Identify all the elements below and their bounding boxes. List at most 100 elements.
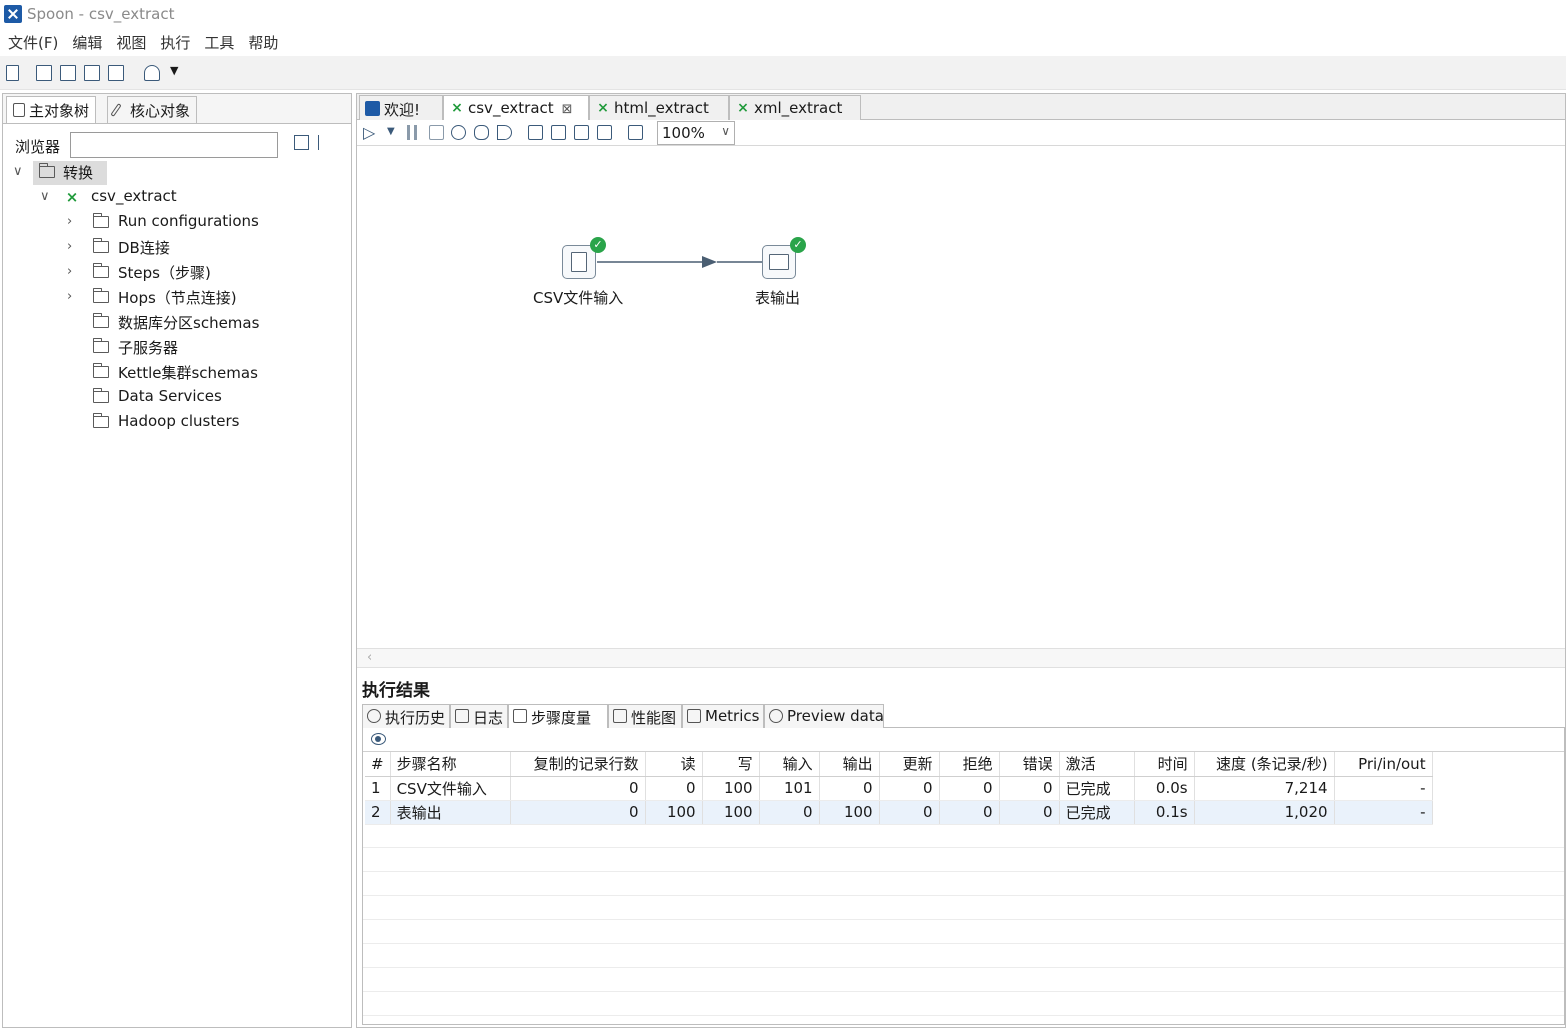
col-header-output[interactable]: 输出 bbox=[819, 752, 880, 777]
chevron-right-icon[interactable]: › bbox=[67, 239, 81, 254]
tab-preview-data[interactable]: Preview data bbox=[764, 704, 884, 728]
col-header-errors[interactable]: 错误 bbox=[999, 752, 1060, 777]
preview-icon[interactable] bbox=[451, 125, 466, 140]
col-header-written[interactable]: 写 bbox=[702, 752, 760, 777]
pause-icon[interactable] bbox=[407, 125, 417, 140]
canvas-horizontal-scrollbar[interactable]: ‹ bbox=[357, 648, 1565, 668]
folder-icon bbox=[92, 213, 109, 228]
menu-edit[interactable]: 编辑 bbox=[72, 32, 102, 53]
tree-item-label: Kettle集群schemas bbox=[118, 364, 258, 382]
menu-help[interactable]: 帮助 bbox=[248, 32, 278, 53]
menu-run[interactable]: 执行 bbox=[160, 32, 190, 53]
tab-main-object-tree[interactable]: 主对象树 bbox=[6, 96, 97, 123]
verify-icon[interactable] bbox=[528, 125, 543, 140]
chevron-down-icon[interactable]: ∨ bbox=[721, 124, 730, 138]
save-icon[interactable] bbox=[84, 65, 100, 81]
col-header-input[interactable]: 输入 bbox=[759, 752, 820, 777]
tree-item-label: 数据库分区schemas bbox=[118, 314, 260, 332]
tree-item-run-configurations[interactable]: › Run configurations bbox=[67, 212, 347, 236]
eye-icon bbox=[769, 709, 783, 723]
chevron-right-icon[interactable]: › bbox=[67, 264, 81, 279]
zoom-select[interactable]: 100% ∨ bbox=[657, 121, 735, 145]
col-header-active[interactable]: 激活 bbox=[1059, 752, 1135, 777]
table-row[interactable]: 1 CSV文件输入 0 0 100 101 0 0 0 0 已完成 0.0s 7… bbox=[365, 776, 1433, 801]
empty-grid-row bbox=[363, 896, 1564, 920]
tab-core-objects[interactable]: 核心对象 bbox=[107, 96, 198, 123]
tab-log[interactable]: 日志 bbox=[450, 704, 508, 728]
stop-icon[interactable] bbox=[429, 125, 444, 140]
tab-csv-extract[interactable]: ⨯ csv_extract ⊠ bbox=[443, 95, 589, 121]
impact-icon[interactable] bbox=[551, 125, 566, 140]
new-file-icon[interactable] bbox=[6, 65, 19, 81]
tree-item-label: Steps（步骤) bbox=[118, 264, 211, 282]
tab-welcome[interactable]: 欢迎! bbox=[359, 95, 443, 120]
close-tab-icon[interactable]: ⊠ bbox=[562, 102, 573, 117]
expand-tree-icon[interactable] bbox=[294, 135, 309, 150]
perspective-dropdown-icon[interactable]: ▼ bbox=[170, 64, 178, 77]
tree-item-slave-servers[interactable]: 子服务器 bbox=[67, 337, 347, 361]
tree-item-hadoop-clusters[interactable]: Hadoop clusters bbox=[67, 412, 347, 436]
run-dropdown-icon[interactable]: ▼ bbox=[387, 126, 395, 137]
table-row[interactable]: 2 表输出 0 100 100 0 100 0 0 0 已完成 0.1s 1,0… bbox=[365, 800, 1433, 825]
perspective-layers-icon[interactable] bbox=[144, 65, 160, 81]
collapse-tree-icon[interactable] bbox=[318, 135, 333, 150]
tab-html-extract[interactable]: ⨯ html_extract bbox=[589, 95, 729, 120]
tree-item-data-services[interactable]: Data Services bbox=[67, 387, 347, 411]
col-header-updated[interactable]: 更新 bbox=[879, 752, 940, 777]
grid-align-icon[interactable] bbox=[628, 125, 643, 140]
tree-item-csv-extract[interactable]: ∨ ⨯ csv_extract bbox=[40, 187, 340, 211]
transformation-icon: ⨯ bbox=[65, 188, 79, 206]
right-pane: 欢迎! ⨯ csv_extract ⊠ ⨯ html_extract ⨯ xml_… bbox=[356, 93, 1566, 1028]
menu-tools[interactable]: 工具 bbox=[204, 32, 234, 53]
metrics-toolbar bbox=[363, 728, 1564, 752]
col-header-index[interactable]: # bbox=[365, 752, 391, 777]
tree-item-label: DB连接 bbox=[118, 239, 170, 257]
cell-speed: 1,020 bbox=[1194, 800, 1335, 825]
run-icon[interactable]: ▷ bbox=[363, 123, 375, 142]
tree-item-steps[interactable]: › Steps（步骤) bbox=[67, 262, 347, 286]
menu-file[interactable]: 文件(F) bbox=[8, 32, 58, 53]
show-only-active-icon[interactable] bbox=[371, 733, 386, 745]
col-header-pri-in-out[interactable]: Pri/in/out bbox=[1334, 752, 1433, 777]
col-header-time[interactable]: 时间 bbox=[1134, 752, 1195, 777]
empty-grid-row bbox=[363, 944, 1564, 968]
tab-label: 执行历史 bbox=[385, 709, 446, 727]
save-as-icon[interactable] bbox=[108, 65, 124, 81]
col-header-copied-rows[interactable]: 复制的记录行数 bbox=[510, 752, 646, 777]
tree-item-cluster-schemas[interactable]: Kettle集群schemas bbox=[67, 362, 347, 386]
debug-icon[interactable] bbox=[474, 125, 489, 140]
tab-label: 日志 bbox=[473, 709, 504, 727]
open-file-icon[interactable] bbox=[36, 65, 52, 81]
replay-icon[interactable] bbox=[497, 125, 512, 140]
col-header-read[interactable]: 读 bbox=[645, 752, 703, 777]
tab-xml-extract[interactable]: ⨯ xml_extract bbox=[729, 95, 861, 120]
browser-search-input[interactable] bbox=[70, 132, 278, 158]
cell-rejected: 0 bbox=[939, 800, 1000, 825]
tab-step-metrics[interactable]: 步骤度量 bbox=[508, 704, 608, 728]
menu-bar: 文件(F) 编辑 视图 执行 工具 帮助 bbox=[0, 30, 1566, 54]
explore-repository-icon[interactable] bbox=[60, 65, 76, 81]
tab-execution-history[interactable]: 执行历史 bbox=[362, 704, 450, 728]
database-explore-icon[interactable] bbox=[597, 125, 612, 140]
chevron-right-icon[interactable]: › bbox=[67, 214, 81, 229]
tree-item-hops[interactable]: › Hops（节点连接) bbox=[67, 287, 347, 311]
tab-metrics[interactable]: Metrics bbox=[682, 704, 764, 728]
tab-performance-graph[interactable]: 性能图 bbox=[608, 704, 682, 728]
chevron-down-icon[interactable]: ∨ bbox=[40, 189, 54, 204]
tree-item-db-connections[interactable]: › DB连接 bbox=[67, 237, 347, 261]
col-header-speed[interactable]: 速度 (条记录/秒) bbox=[1194, 752, 1335, 777]
sql-icon[interactable] bbox=[574, 125, 589, 140]
tree-item-partition-schemas[interactable]: 数据库分区schemas bbox=[67, 312, 347, 336]
folder-icon bbox=[92, 388, 109, 403]
tree-item-label: Run configurations bbox=[118, 212, 259, 230]
col-header-rejected[interactable]: 拒绝 bbox=[939, 752, 1000, 777]
step-metrics-panel: # 步骤名称 复制的记录行数 读 写 输入 输出 更新 拒绝 错误 激活 时间 … bbox=[362, 728, 1565, 1025]
transformation-canvas[interactable]: ✓ CSV文件输入 ✓ 表输出 bbox=[357, 146, 1565, 648]
tree-item-transformations[interactable]: ∨ 转换 bbox=[13, 161, 343, 186]
chevron-right-icon[interactable]: › bbox=[67, 289, 81, 304]
chevron-down-icon[interactable]: ∨ bbox=[13, 164, 27, 179]
scroll-left-icon[interactable]: ‹ bbox=[367, 650, 372, 665]
col-header-step-name[interactable]: 步骤名称 bbox=[390, 752, 511, 777]
csv-file-icon bbox=[571, 252, 587, 272]
menu-view[interactable]: 视图 bbox=[116, 32, 146, 53]
